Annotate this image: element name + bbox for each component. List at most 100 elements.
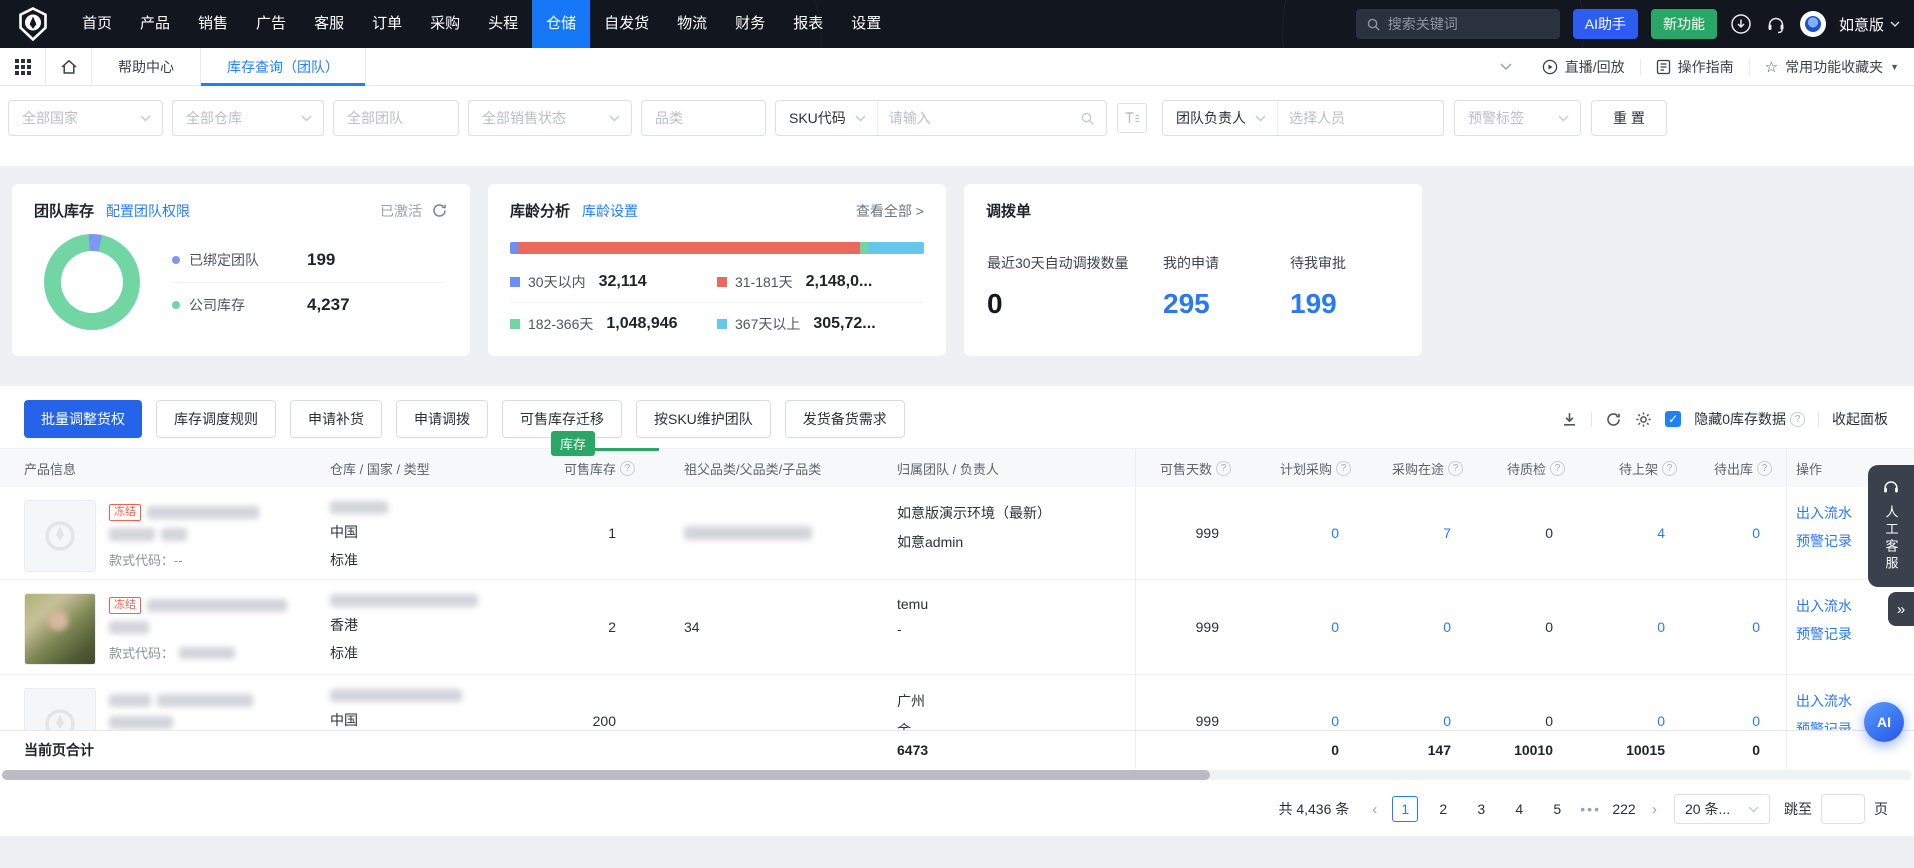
nav-item-2[interactable]: 销售 [184, 0, 242, 48]
sku-type-select[interactable]: SKU代码 [776, 101, 878, 135]
download-circle-icon[interactable] [1730, 13, 1752, 35]
warning-record-link[interactable]: 预警记录 [1796, 624, 1914, 644]
page-button-5[interactable]: 5 [1544, 796, 1570, 822]
reset-button[interactable]: 重 置 [1591, 100, 1667, 136]
customer-service-button[interactable]: 人工客服 [1868, 465, 1914, 587]
table-row[interactable]: 冻结 款式代码： 香港 标准 2 34 temu - 999 0 0 0 0 0 [0, 580, 1914, 675]
toolbar-button-5[interactable]: 发货备货需求 [785, 400, 905, 438]
purchase-in-transit-link[interactable]: 7 [1443, 525, 1451, 541]
nav-item-9[interactable]: 自发货 [590, 0, 663, 48]
team-select[interactable]: 全部团队 [333, 100, 459, 136]
nav-item-11[interactable]: 财务 [721, 0, 779, 48]
help-icon[interactable]: ? [1448, 461, 1463, 476]
help-icon[interactable]: ? [1790, 412, 1805, 427]
purchase-in-transit-link[interactable]: 0 [1443, 713, 1451, 729]
table-row[interactable]: 中国 标准 200 广州 金 999 0 0 0 0 0 出入流水 预警记录 [0, 675, 1914, 730]
nav-item-0[interactable]: 首页 [68, 0, 126, 48]
nav-item-6[interactable]: 采购 [416, 0, 474, 48]
page-button-2[interactable]: 2 [1430, 796, 1456, 822]
warehouse-select[interactable]: 全部仓库 [172, 100, 324, 136]
app-logo-icon[interactable] [14, 5, 52, 43]
gear-icon[interactable] [1635, 411, 1652, 428]
apps-grid-icon[interactable] [0, 48, 46, 85]
nav-item-8[interactable]: 仓储 [532, 0, 590, 48]
my-applications-count[interactable]: 295 [1163, 288, 1290, 320]
page-button-4[interactable]: 4 [1506, 796, 1532, 822]
pending-outbound-link[interactable]: 0 [1752, 619, 1760, 635]
nav-item-4[interactable]: 客服 [300, 0, 358, 48]
next-page-button[interactable]: › [1643, 801, 1666, 818]
global-search-input[interactable]: 搜索关键词 [1356, 9, 1560, 39]
home-icon[interactable] [46, 48, 92, 85]
hide-zero-stock-checkbox[interactable]: ✓ [1665, 411, 1681, 427]
operation-guide-link[interactable]: 操作指南 [1641, 57, 1749, 77]
user-avatar[interactable] [1800, 11, 1826, 37]
pending-shelving-link[interactable]: 0 [1657, 713, 1665, 729]
favorites-menu[interactable]: ☆ 常用功能收藏夹 ▼ [1750, 57, 1914, 77]
pending-outbound-link[interactable]: 0 [1752, 525, 1760, 541]
page-button-last[interactable]: 222 [1611, 796, 1637, 822]
pending-outbound-link[interactable]: 0 [1752, 713, 1760, 729]
export-download-icon[interactable] [1561, 411, 1578, 428]
tab-inventory-query-team[interactable]: 库存查询（团队） [201, 48, 366, 85]
refresh-icon[interactable] [431, 202, 448, 219]
sku-search-input[interactable]: 请输入 [878, 108, 1106, 128]
help-icon[interactable]: ? [1336, 461, 1351, 476]
nav-item-3[interactable]: 广告 [242, 0, 300, 48]
card-title: 团队库存 [34, 200, 94, 221]
table-row[interactable]: 冻结 款式代码：-- 中国 标准 1 如意版演示环境（最新） 如意admin 9… [0, 487, 1914, 580]
ai-assistant-button[interactable]: AI助手 [1573, 9, 1638, 39]
nav-item-1[interactable]: 产品 [126, 0, 184, 48]
toolbar-button-4[interactable]: 按SKU维护团队 [636, 400, 771, 438]
help-icon[interactable]: ? [1550, 461, 1565, 476]
planned-purchase-link[interactable]: 0 [1331, 619, 1339, 635]
collapse-panel-button[interactable]: 收起面板 [1832, 409, 1888, 429]
new-feature-button[interactable]: 新功能 [1651, 9, 1717, 39]
configure-team-permission-link[interactable]: 配置团队权限 [106, 201, 190, 221]
refresh-icon[interactable] [1605, 411, 1622, 428]
nav-item-7[interactable]: 头程 [474, 0, 532, 48]
live-replay-link[interactable]: 直播/回放 [1527, 57, 1640, 77]
card-title: 库龄分析 [510, 200, 570, 221]
nav-item-10[interactable]: 物流 [663, 0, 721, 48]
stock-age-settings-link[interactable]: 库龄设置 [582, 201, 638, 221]
page-size-select[interactable]: 20 条... [1674, 794, 1770, 824]
sale-status-select[interactable]: 全部销售状态 [468, 100, 632, 136]
purchase-in-transit-link[interactable]: 0 [1443, 619, 1451, 635]
collapse-chevron-icon[interactable] [1485, 63, 1527, 71]
category-select[interactable]: 品类 [641, 100, 766, 136]
help-icon[interactable]: ? [1216, 461, 1231, 476]
ai-floating-button[interactable]: AI [1864, 702, 1904, 742]
leader-person-input[interactable]: 选择人员 [1278, 108, 1443, 128]
planned-purchase-link[interactable]: 0 [1331, 713, 1339, 729]
toolbar-button-1[interactable]: 申请补货 [290, 400, 382, 438]
page-button-1[interactable]: 1 [1392, 796, 1418, 822]
jump-to-label: 跳至 [1784, 799, 1812, 819]
planned-purchase-link[interactable]: 0 [1331, 525, 1339, 541]
help-icon[interactable]: ? [1662, 461, 1677, 476]
headset-icon[interactable] [1765, 13, 1787, 35]
pending-shelving-link[interactable]: 0 [1657, 619, 1665, 635]
jump-page-input[interactable] [1821, 794, 1865, 824]
warning-label-select[interactable]: 预警标签 [1454, 100, 1581, 136]
country-select[interactable]: 全部国家 [8, 100, 163, 136]
sidebar-collapse-button[interactable]: » [1888, 592, 1914, 626]
leader-type-select[interactable]: 团队负责人 [1163, 101, 1278, 135]
help-icon[interactable]: ? [620, 461, 635, 476]
edition-menu[interactable]: 如意版 [1839, 14, 1900, 35]
page-button-3[interactable]: 3 [1468, 796, 1494, 822]
toolbar-button-0[interactable]: 库存调度规则 [156, 400, 276, 438]
nav-item-13[interactable]: 设置 [837, 0, 895, 48]
scrollbar-thumb[interactable] [2, 770, 1210, 780]
prev-page-button[interactable]: ‹ [1363, 801, 1386, 818]
pending-shelving-link[interactable]: 4 [1657, 525, 1665, 541]
view-all-link[interactable]: 查看全部 > [856, 201, 924, 221]
toolbar-button-2[interactable]: 申请调拨 [396, 400, 488, 438]
batch-text-input-button[interactable] [1117, 103, 1147, 133]
pending-approval-count[interactable]: 199 [1290, 288, 1346, 320]
batch-adjust-ownership-button[interactable]: 批量调整货权 [24, 400, 142, 438]
help-icon[interactable]: ? [1757, 461, 1772, 476]
nav-item-5[interactable]: 订单 [358, 0, 416, 48]
tab-help-center[interactable]: 帮助中心 [92, 48, 201, 85]
nav-item-12[interactable]: 报表 [779, 0, 837, 48]
